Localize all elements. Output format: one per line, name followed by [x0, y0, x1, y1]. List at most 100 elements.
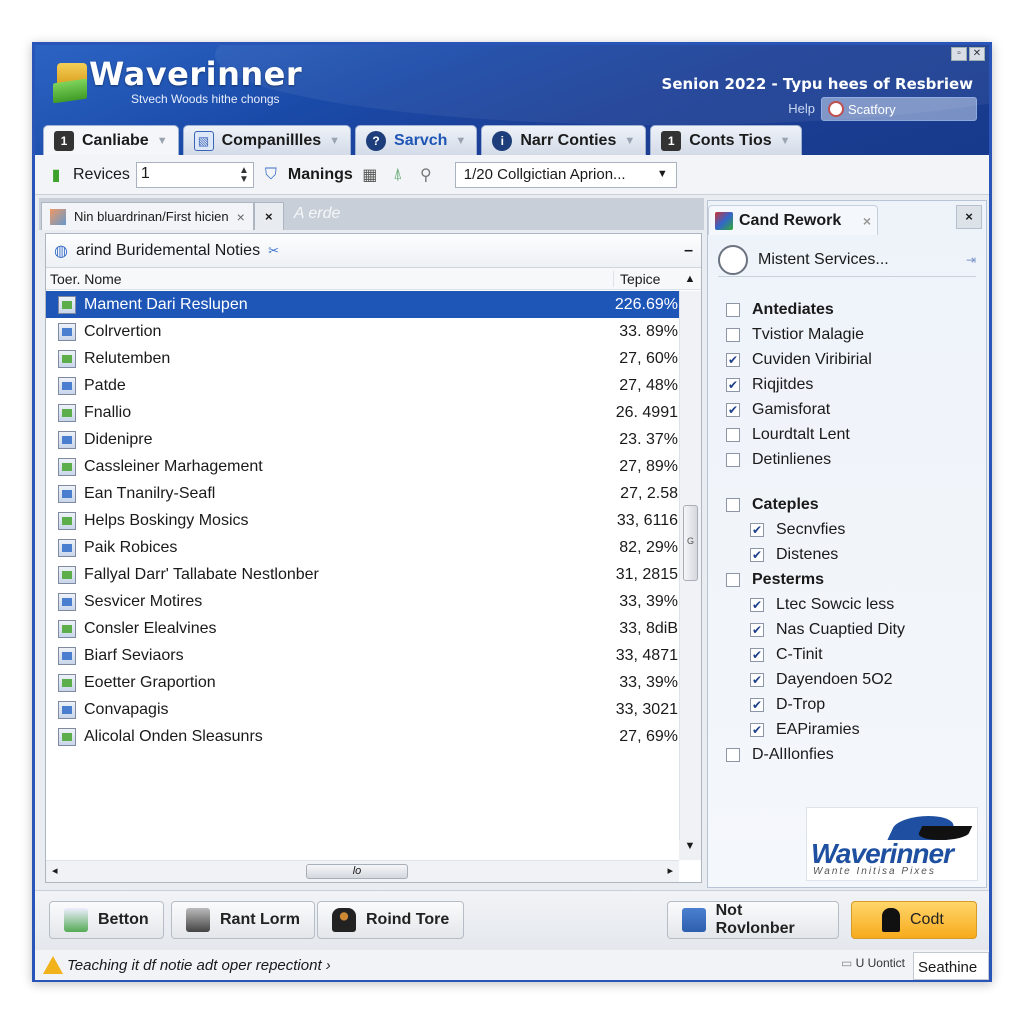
calendar-icon[interactable]: ▦	[359, 164, 381, 186]
filter-checkbox-item[interactable]: ✔ EAPiramies	[726, 717, 976, 742]
list-item[interactable]: Didenipre 23. 37%	[46, 426, 680, 453]
tab-narr-conties[interactable]: i Narr Conties ▼	[481, 125, 647, 155]
close-window-button[interactable]: ✕	[969, 47, 985, 61]
filter-checkbox-item[interactable]: Detinlienes	[726, 447, 976, 472]
filter-checkbox-item[interactable]: ✔ Cuviden Viribirial	[726, 347, 976, 372]
services-search[interactable]: Mistent Services... ⇥	[718, 243, 976, 277]
checkbox-checked[interactable]: ✔	[750, 697, 764, 712]
filter-checkbox-item[interactable]: Antediates	[726, 297, 976, 322]
horizontal-scroll-thumb[interactable]: lo	[306, 864, 408, 879]
scroll-down-arrow[interactable]: ▼	[679, 840, 701, 860]
list-item[interactable]: Helps Boskingy Mosics 33, 6116	[46, 507, 680, 534]
checkbox-checked[interactable]: ✔	[750, 672, 764, 687]
codt-button[interactable]: Codt	[851, 901, 977, 939]
close-tab-icon[interactable]: ×	[863, 213, 871, 229]
list-item[interactable]: Eoetter Graportion 33, 39%	[46, 669, 680, 696]
filter-checkbox-item[interactable]: D-AlIlonfies	[726, 742, 976, 767]
tab-label: Canliabe	[82, 131, 149, 149]
list-item[interactable]: Mament Dari Reslupen 226.69%	[46, 291, 680, 318]
shield-icon[interactable]: ⛉	[260, 164, 282, 186]
horizontal-scrollbar[interactable]: ◂ lo ▸	[46, 860, 679, 882]
checkbox-checked[interactable]: ✔	[750, 622, 764, 637]
collection-dropdown[interactable]: 1/20 Collgictian Aprion... ▼	[454, 161, 677, 188]
list-item[interactable]: Relutemben 27, 60%	[46, 345, 680, 372]
list-item[interactable]: Biarf Seviaors 33, 4871	[46, 642, 680, 669]
list-item[interactable]: Fnallio 26. 4991	[46, 399, 680, 426]
tab-sarvch[interactable]: ? Sarvch ▼	[355, 125, 478, 155]
filter-panel-tab[interactable]: Cand Rework ×	[708, 205, 878, 235]
checkbox-checked[interactable]: ✔	[750, 597, 764, 612]
filter-checkbox-item[interactable]: ✔ D-Trop	[726, 692, 976, 717]
header-search-input[interactable]: Scatfory	[821, 97, 977, 121]
list-item[interactable]: Sesvicer Motires 33, 39%	[46, 588, 680, 615]
filter-checkbox-item[interactable]: Pesterms	[726, 567, 976, 592]
list-item[interactable]: Ean Tnanilry-Seafl 27, 2.58	[46, 480, 680, 507]
revices-value: 1	[140, 164, 150, 182]
status-field[interactable]: Seathine	[913, 952, 989, 980]
minimize-panel-button[interactable]: –	[684, 242, 693, 260]
help-link[interactable]: Help	[788, 101, 815, 116]
column-name-header[interactable]: Toer. Nome	[46, 271, 613, 287]
doc-tab-active[interactable]: Nin bluardrinan/First hicien ×	[41, 202, 254, 230]
checkbox-unchecked[interactable]	[726, 572, 740, 587]
checkbox-unchecked[interactable]	[726, 747, 740, 762]
filter-checkbox-item[interactable]: ✔ C-Tinit	[726, 642, 976, 667]
vertical-scroll-thumb[interactable]: G	[683, 505, 698, 581]
scroll-left-arrow[interactable]: ◂	[52, 864, 58, 877]
checkbox-checked[interactable]: ✔	[726, 377, 740, 392]
revices-stepper[interactable]: 1 ▲ ▼	[135, 161, 254, 188]
checkbox-checked[interactable]: ✔	[750, 522, 764, 537]
list-item[interactable]: Alicolal Onden Sleasunrs 27, 69%	[46, 723, 680, 750]
checkbox-checked[interactable]: ✔	[726, 352, 740, 367]
filter-checkbox-item[interactable]: ✔ Riqjitdes	[726, 372, 976, 397]
checkbox-unchecked[interactable]	[726, 302, 740, 317]
bell-icon[interactable]: ⍋	[387, 164, 409, 186]
arrow-right-icon[interactable]: ⇥	[966, 253, 976, 267]
column-value-header[interactable]: Tepice	[613, 270, 679, 287]
list-item-value: 27, 60%	[619, 349, 678, 367]
close-panel-button[interactable]: ×	[956, 205, 982, 229]
scroll-up-arrow[interactable]: ▲	[679, 273, 701, 285]
checkbox-unchecked[interactable]	[726, 427, 740, 442]
scroll-right-arrow[interactable]: ▸	[667, 864, 673, 877]
filter-checkbox-item[interactable]: ✔ Dayendoen 5O2	[726, 667, 976, 692]
checkbox-unchecked[interactable]	[726, 497, 740, 512]
tab-conts-tios[interactable]: 1 Conts Tios ▼	[650, 125, 802, 155]
filter-checkbox-item[interactable]: Cateples	[726, 492, 976, 517]
filter-checkbox-item[interactable]: ✔ Nas Cuaptied Dity	[726, 617, 976, 642]
list-item[interactable]: Convapagis 33, 3021	[46, 696, 680, 723]
checkbox-unchecked[interactable]	[726, 452, 740, 467]
app-window: Waverinner Stvech Woods hithe chongs Sen…	[32, 42, 992, 982]
roind-tore-button[interactable]: Roind Tore	[317, 901, 465, 939]
checkbox-checked[interactable]: ✔	[750, 647, 764, 662]
list-item[interactable]: Cassleiner Marhagement 27, 89%	[46, 453, 680, 480]
checkbox-checked[interactable]: ✔	[750, 547, 764, 562]
close-tab-icon[interactable]: ×	[237, 209, 245, 225]
checkbox-checked[interactable]: ✔	[750, 722, 764, 737]
rant-lorm-button[interactable]: Rant Lorm	[171, 901, 315, 939]
checkbox-unchecked[interactable]	[726, 327, 740, 342]
checkbox-checked[interactable]: ✔	[726, 402, 740, 417]
filter-checkbox-item[interactable]: ✔ Gamisforat	[726, 397, 976, 422]
tab-companillles[interactable]: ▧ Companillles ▼	[182, 125, 352, 155]
tab-canliabe[interactable]: 1 Canliabe ▼	[43, 125, 179, 155]
filter-checkbox-item[interactable]: ✔ Ltec Sowcic less	[726, 592, 976, 617]
filter-checkbox-item[interactable]: Lourdtalt Lent	[726, 422, 976, 447]
spinner-arrows-icon[interactable]: ▲ ▼	[239, 165, 249, 184]
search-icon[interactable]: ⚲	[415, 164, 437, 186]
not-rovlonber-button[interactable]: Not Rovlonber	[667, 901, 839, 939]
restore-button[interactable]: ▫	[951, 47, 967, 61]
list-item[interactable]: Colrvertion 33. 89%	[46, 318, 680, 345]
filter-checkbox-item[interactable]: ✔ Secnvfies	[726, 517, 976, 542]
filter-checkbox-item[interactable]: Tvistior Malagie	[726, 322, 976, 347]
list-item[interactable]: Consler Elealvines 33, 8diB	[46, 615, 680, 642]
vertical-scrollbar[interactable]: G	[679, 291, 701, 860]
filter-checkbox-item[interactable]: ✔ Distenes	[726, 542, 976, 567]
betton-button[interactable]: Betton	[49, 901, 164, 939]
list-item[interactable]: Paik Robices 82, 29%	[46, 534, 680, 561]
close-all-button[interactable]: ×	[253, 202, 284, 230]
doc-tab-ghost[interactable]: A erde	[294, 205, 341, 223]
list-item[interactable]: Fallyal Darr' Tallabate Nestlonber 31, 28…	[46, 561, 680, 588]
pin-icon[interactable]: ✂	[268, 243, 279, 259]
list-item[interactable]: Patde 27, 48%	[46, 372, 680, 399]
